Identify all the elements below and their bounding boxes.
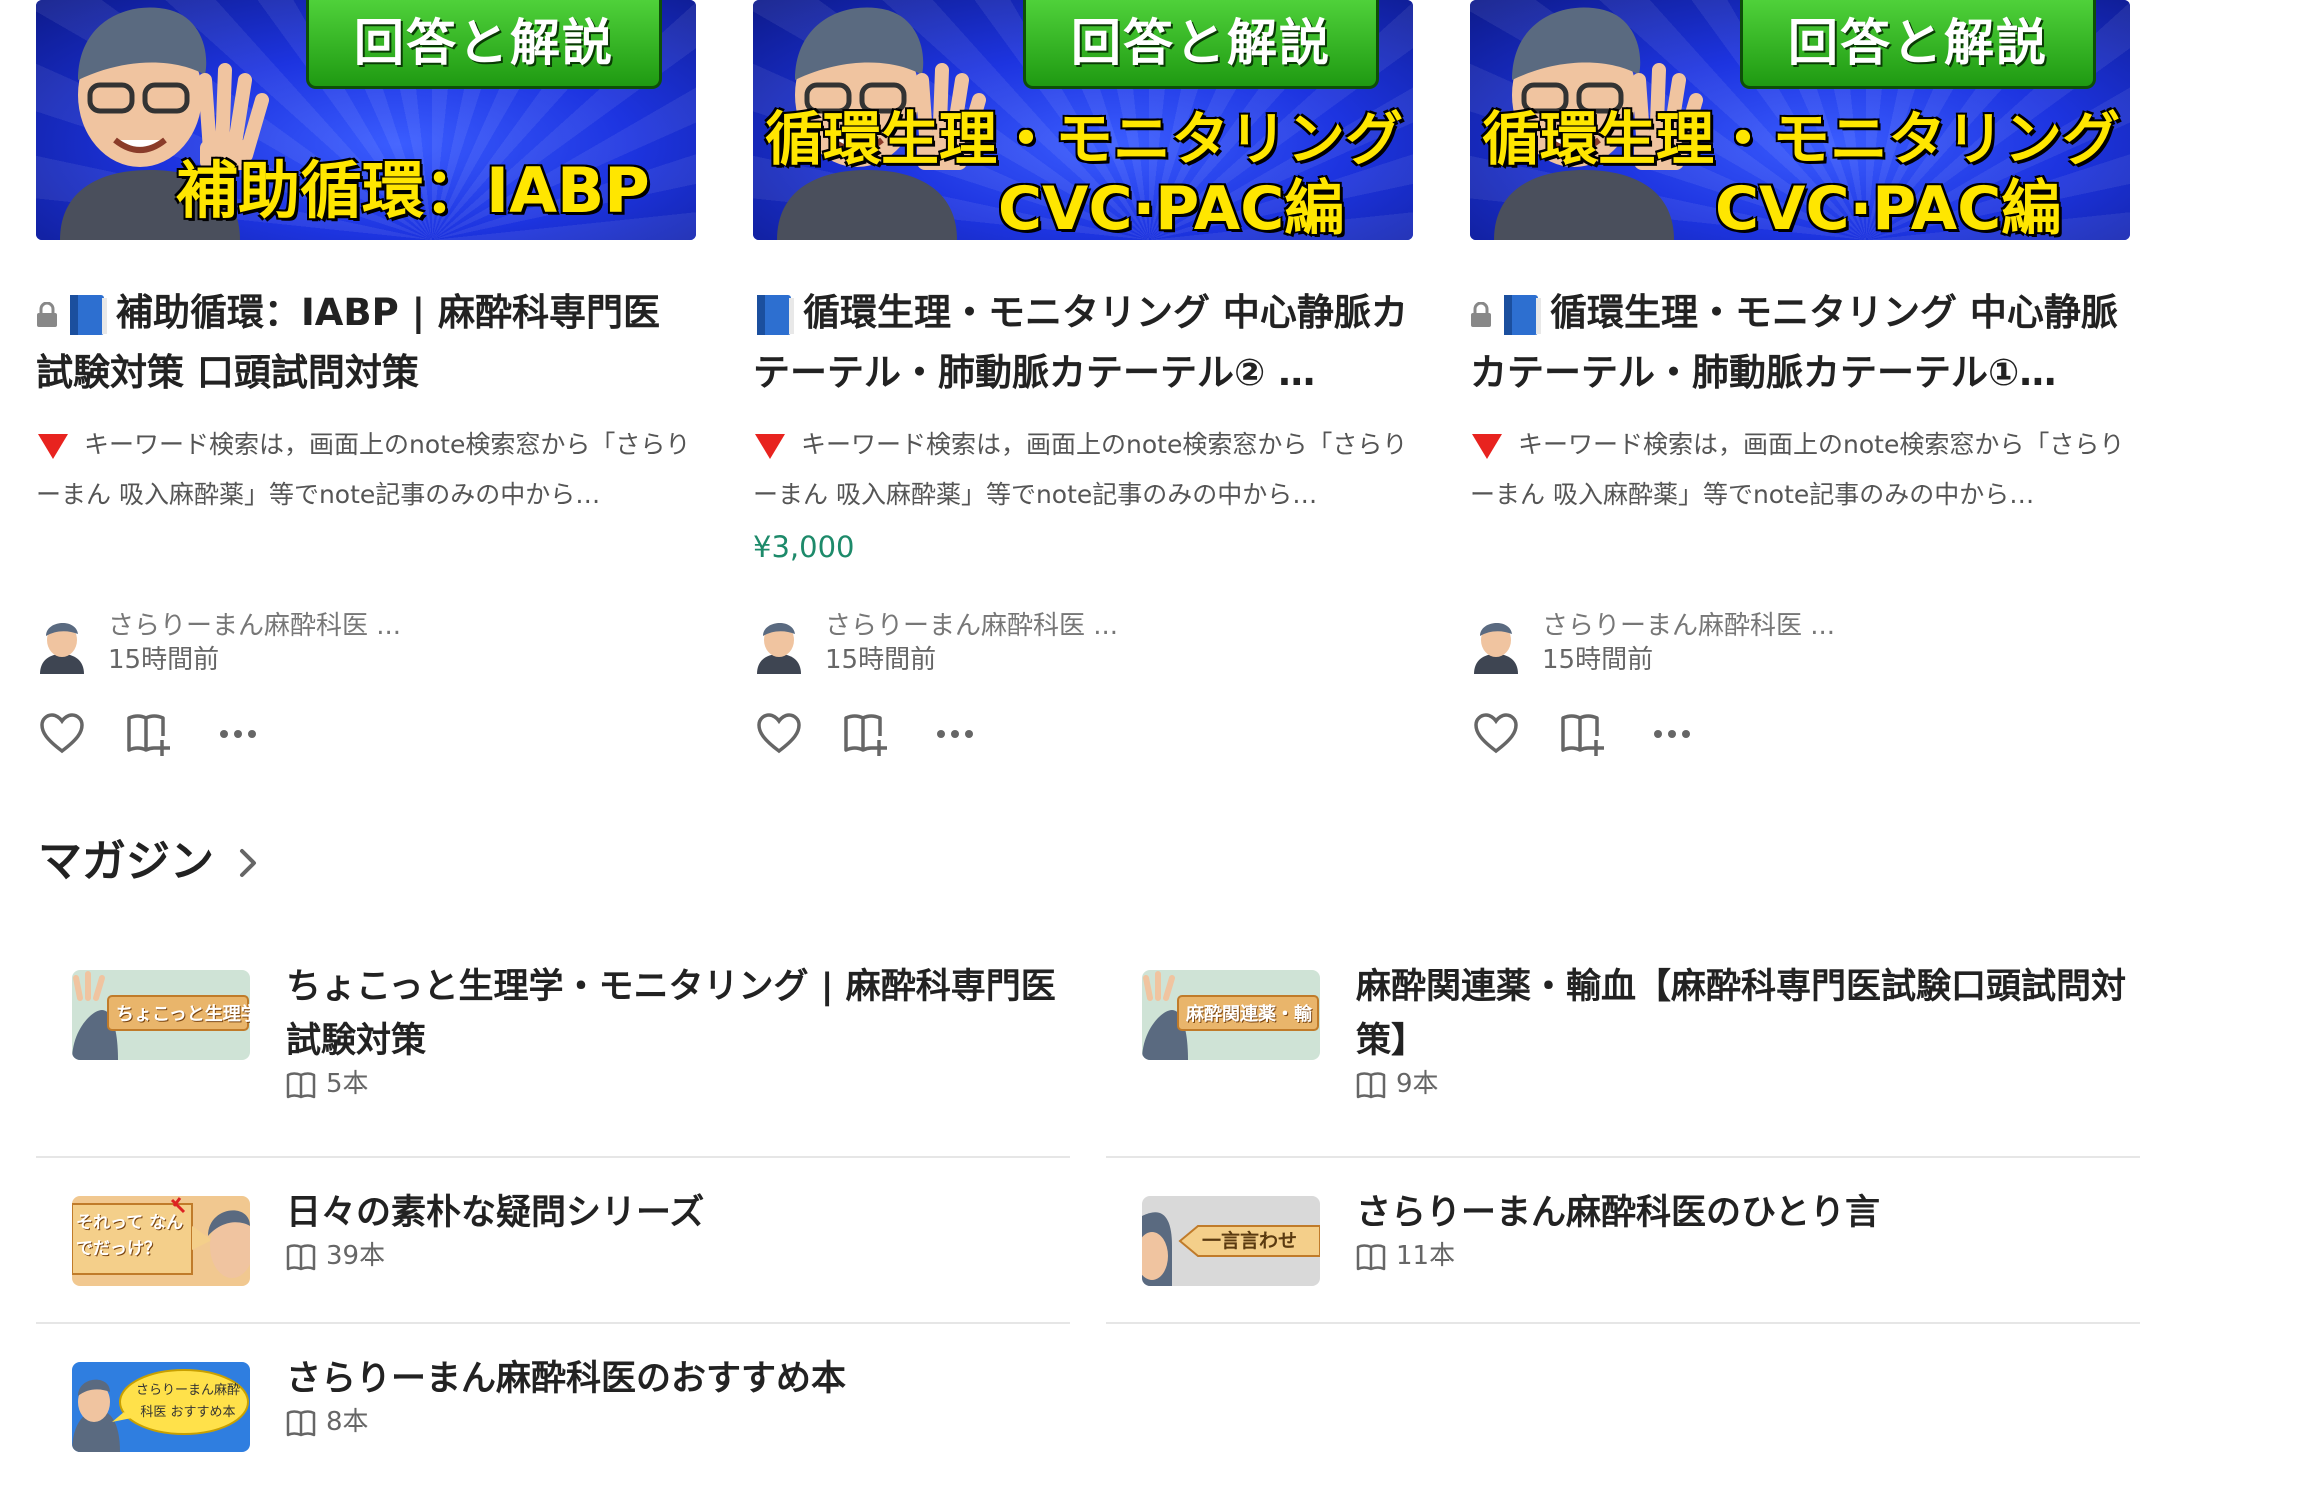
magazine-thumbnail-text: さらりーまん麻酔科医 おすすめ本: [135, 1383, 240, 1420]
magazine-article-count: 5本: [286, 1066, 369, 1102]
article-excerpt: キーワード検索は，画面上のnote検索窓から「さらりーまん 吸入麻酔薬」等でno…: [36, 430, 691, 509]
magazine-thumbnail[interactable]: 麻酔関連薬・輸: [1142, 970, 1320, 1060]
book-icon: [286, 1243, 316, 1270]
article-thumbnail[interactable]: 回答と解説 循環生理・モニタリング CVC·PAC編: [753, 0, 1413, 240]
red-triangle-icon: [1472, 434, 1502, 459]
magazine-item[interactable]: それって なんでだっけ？ 日々の素朴な疑問シリーズ 39本: [36, 1166, 1066, 1334]
article-excerpt: キーワード検索は，画面上のnote検索窓から「さらりーまん 吸入麻酔薬」等でno…: [753, 430, 1408, 509]
article-card[interactable]: 回答と解説 循環生理・モニタリング CVC·PAC編 循環生理・モニタリング 中…: [1470, 0, 2130, 760]
article-price: ¥3,000: [753, 530, 855, 564]
author-info[interactable]: さらりーまん麻酔科医 ... 15時間前: [1470, 608, 1970, 678]
magazine-title[interactable]: 麻酔関連薬・輸血【麻酔科専門医試験口頭試問対策】: [1356, 960, 2136, 1068]
magazine-thumbnail-text: ちょこっと生理学: [116, 1004, 250, 1025]
divider: [36, 1156, 1070, 1158]
magazine-item[interactable]: さらりーまん麻酔科医 おすすめ本 さらりーまん麻酔科医のおすすめ本 8本: [36, 1332, 1066, 1500]
article-card-row: 回答と解説 補助循環：IABP 補助循環：IABP | 麻酔科専門医試験対策 口…: [36, 0, 2156, 760]
divider: [36, 1322, 1070, 1324]
author-info[interactable]: さらりーまん麻酔科医 ... 15時間前: [753, 608, 1253, 678]
post-time: 15時間前: [825, 645, 937, 675]
add-to-magazine-icon[interactable]: [124, 710, 172, 758]
heart-icon[interactable]: [38, 710, 86, 758]
book-icon: [1356, 1071, 1386, 1098]
thumbnail-subheadline: CVC·PAC編: [998, 174, 1345, 240]
thumbnail-badge: 回答と解説: [1740, 0, 2096, 89]
book-icon: [286, 1071, 316, 1098]
author-name[interactable]: さらりーまん麻酔科医 ...: [1542, 608, 1835, 644]
heart-icon[interactable]: [1472, 710, 1520, 758]
magazine-thumbnail-text: 一言言わせ: [1202, 1230, 1298, 1252]
article-thumbnail[interactable]: 回答と解説 補助循環：IABP: [36, 0, 696, 240]
chevron-right-icon[interactable]: [232, 845, 262, 881]
magazine-thumbnail[interactable]: さらりーまん麻酔科医 おすすめ本: [72, 1362, 250, 1452]
magazine-item[interactable]: 一言言わせ さらりーまん麻酔科医のひとり言 11本: [1106, 1166, 2136, 1334]
blue-book-icon: [1504, 294, 1541, 335]
magazine-title[interactable]: 日々の素朴な疑問シリーズ: [286, 1186, 1066, 1240]
article-thumbnail[interactable]: 回答と解説 循環生理・モニタリング CVC·PAC編: [1470, 0, 2130, 240]
magazine-thumbnail[interactable]: 一言言わせ: [1142, 1196, 1320, 1286]
post-time: 15時間前: [108, 645, 220, 675]
magazine-item[interactable]: 麻酔関連薬・輸 麻酔関連薬・輸血【麻酔科専門医試験口頭試問対策】 9本: [1106, 940, 2136, 1108]
magazine-thumbnail[interactable]: ちょこっと生理学: [72, 970, 250, 1060]
article-card[interactable]: 回答と解説 循環生理・モニタリング CVC·PAC編 循環生理・モニタリング 中…: [753, 0, 1413, 760]
avatar: [40, 622, 84, 674]
author-info[interactable]: さらりーまん麻酔科医 ... 15時間前: [36, 608, 536, 678]
article-title[interactable]: 循環生理・モニタリング 中心静脈カテーテル・肺動脈カテーテル①…: [1470, 283, 2130, 403]
more-options-icon[interactable]: [931, 710, 979, 758]
article-actions: [36, 710, 336, 760]
magazine-item[interactable]: ちょこっと生理学 ちょこっと生理学・モニタリング | 麻酔科専門医試験対策 5本: [36, 940, 1066, 1108]
more-options-icon[interactable]: [214, 710, 262, 758]
article-actions: [1470, 710, 1770, 760]
blue-book-icon: [757, 294, 794, 335]
avatar: [757, 622, 801, 674]
article-title[interactable]: 補助循環：IABP | 麻酔科専門医試験対策 口頭試問対策: [36, 283, 696, 403]
more-options-icon[interactable]: [1648, 710, 1696, 758]
red-triangle-icon: [38, 434, 68, 459]
article-excerpt: キーワード検索は，画面上のnote検索窓から「さらりーまん 吸入麻酔薬」等でno…: [1470, 430, 2125, 509]
post-time: 15時間前: [1542, 645, 1654, 675]
add-to-magazine-icon[interactable]: [841, 710, 889, 758]
lock-icon: [1471, 301, 1491, 327]
thumbnail-subheadline: CVC·PAC編: [1715, 174, 2062, 240]
magazine-thumbnail-text: それって なんでだっけ？: [76, 1213, 184, 1259]
divider: [1106, 1322, 2140, 1324]
thumbnail-headline: 補助循環：IABP: [176, 154, 650, 227]
magazine-thumbnail[interactable]: それって なんでだっけ？: [72, 1196, 250, 1286]
lock-icon: [37, 301, 57, 327]
section-title[interactable]: マガジン: [38, 832, 214, 892]
author-name[interactable]: さらりーまん麻酔科医 ...: [825, 608, 1118, 644]
article-title[interactable]: 循環生理・モニタリング 中心静脈カテーテル・肺動脈カテーテル② …: [753, 283, 1413, 403]
red-triangle-icon: [755, 434, 785, 459]
magazine-title[interactable]: さらりーまん麻酔科医のおすすめ本: [286, 1352, 1066, 1406]
divider: [1106, 1156, 2140, 1158]
magazine-article-count: 8本: [286, 1404, 369, 1440]
magazine-article-count: 9本: [1356, 1066, 1439, 1102]
book-icon: [286, 1409, 316, 1436]
magazine-title[interactable]: ちょこっと生理学・モニタリング | 麻酔科専門医試験対策: [286, 960, 1066, 1068]
blue-book-icon: [70, 294, 107, 335]
add-to-magazine-icon[interactable]: [1558, 710, 1606, 758]
heart-icon[interactable]: [755, 710, 803, 758]
magazine-article-count: 39本: [286, 1238, 385, 1274]
author-name[interactable]: さらりーまん麻酔科医 ...: [108, 608, 401, 644]
magazine-article-count: 11本: [1356, 1238, 1455, 1274]
article-card[interactable]: 回答と解説 補助循環：IABP 補助循環：IABP | 麻酔科専門医試験対策 口…: [36, 0, 696, 760]
magazine-thumbnail-text: 麻酔関連薬・輸: [1186, 1004, 1312, 1025]
avatar: [1474, 622, 1518, 674]
book-icon: [1356, 1243, 1386, 1270]
magazine-title[interactable]: さらりーまん麻酔科医のひとり言: [1356, 1186, 2136, 1240]
thumbnail-badge: 回答と解説: [306, 0, 662, 89]
article-actions: [753, 710, 1053, 760]
thumbnail-badge: 回答と解説: [1023, 0, 1379, 89]
